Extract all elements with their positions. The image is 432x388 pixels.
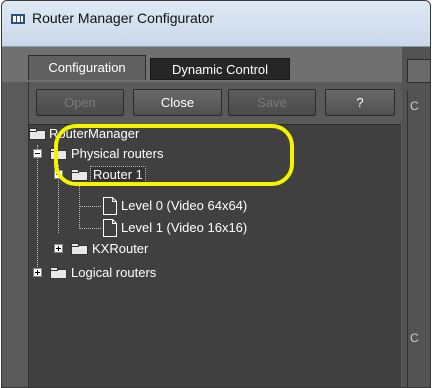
collapse-icon[interactable]: [33, 149, 42, 158]
tree-node-label: Level 1 (Video 16x16): [121, 220, 248, 235]
toolbar: Open Close Save ?: [29, 82, 403, 119]
router-manager-window: Router Manager Configurator Configuratio…: [1, 0, 431, 388]
tree-node-label: Logical routers: [71, 265, 157, 280]
tree-node-level-0[interactable]: Level 0 (Video 64x64): [29, 196, 299, 216]
save-button[interactable]: Save: [228, 89, 316, 116]
document-icon: [103, 219, 117, 237]
help-button[interactable]: ?: [325, 89, 395, 116]
document-icon: [103, 197, 117, 215]
expand-icon[interactable]: [54, 244, 63, 253]
right-panel-header: [407, 59, 430, 83]
tree-node-label: KXRouter: [92, 241, 149, 256]
right-panel-label: C: [410, 331, 419, 345]
tab-configuration[interactable]: Configuration: [28, 55, 146, 80]
window-title: Router Manager Configurator: [32, 10, 215, 26]
folder-icon: [50, 267, 67, 279]
router-manager-icon: [11, 14, 25, 24]
right-panel-body: C C: [407, 91, 430, 387]
tree-node-label: Level 0 (Video 64x64): [121, 198, 248, 213]
tree-node-level-1[interactable]: Level 1 (Video 16x16): [29, 218, 299, 238]
tree-node-kxrouter[interactable]: KXRouter: [29, 239, 179, 259]
expand-icon[interactable]: [33, 268, 42, 277]
title-bar[interactable]: Router Manager Configurator: [2, 1, 430, 47]
folder-icon: [71, 243, 88, 255]
open-button[interactable]: Open: [36, 89, 124, 116]
close-button[interactable]: Close: [133, 89, 222, 116]
tab-dynamic-control[interactable]: Dynamic Control: [150, 58, 290, 80]
right-panel-label: C: [410, 99, 419, 113]
tab-bar: Configuration Dynamic Control: [2, 47, 402, 82]
right-panel: C C: [402, 47, 430, 387]
callout-highlight: [54, 124, 294, 186]
tree-node-logical-routers[interactable]: Logical routers: [29, 263, 199, 283]
folder-icon: [29, 128, 46, 140]
